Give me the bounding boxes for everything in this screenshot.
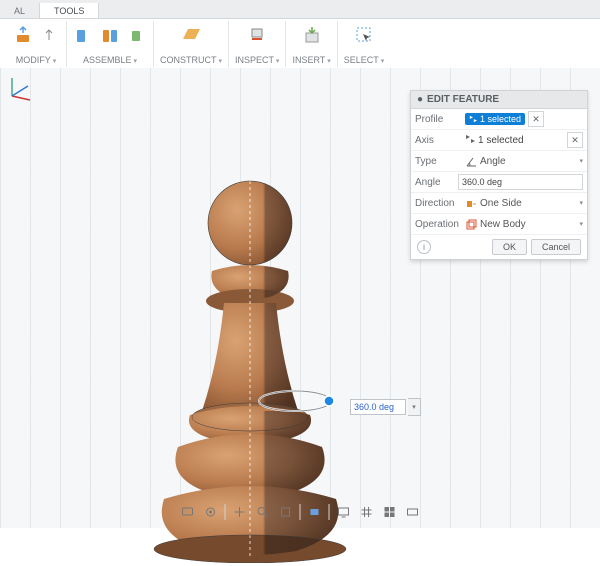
type-value: Angle — [480, 156, 506, 167]
label-profile: Profile — [415, 114, 465, 125]
toolbar-group-assemble[interactable]: ASSEMBLE — [67, 21, 154, 67]
row-direction[interactable]: Direction One Side ▾ — [411, 193, 587, 214]
info-icon[interactable]: i — [417, 240, 431, 254]
grid-settings-icon[interactable] — [357, 502, 377, 522]
operation-value: New Body — [480, 219, 526, 230]
operation-dropdown-arrow[interactable]: ▾ — [579, 220, 583, 228]
inspect-icon[interactable] — [246, 24, 268, 46]
label-direction: Direction — [415, 198, 465, 209]
axis-cursor-icon — [465, 134, 475, 147]
label-operation: Operation — [415, 219, 465, 230]
display-settings-icon[interactable] — [334, 502, 354, 522]
row-axis: Axis 1 selected ✕ — [411, 130, 587, 151]
angle-dropdown-arrow[interactable]: ▾ — [408, 398, 421, 416]
toolbar-label-modify: MODIFY — [16, 55, 56, 67]
type-dropdown-arrow[interactable]: ▾ — [579, 157, 583, 165]
viewport-toolbar — [174, 500, 427, 524]
ok-button[interactable]: OK — [492, 239, 527, 255]
label-type: Type — [415, 156, 465, 167]
row-profile: Profile 1 selected ✕ — [411, 109, 587, 130]
direction-dropdown-arrow[interactable]: ▾ — [579, 199, 583, 207]
toolbar-label-insert: INSERT — [292, 55, 330, 67]
bullet-icon: ● — [417, 94, 423, 105]
tab-tools[interactable]: TOOLS — [40, 3, 99, 18]
angle-input-floating[interactable]: ▾ — [350, 398, 421, 416]
label-angle: Angle — [415, 177, 458, 188]
profile-selection-chip[interactable]: 1 selected — [465, 113, 525, 125]
press-pull-icon[interactable] — [12, 24, 34, 46]
pan-icon[interactable] — [230, 502, 250, 522]
toolbar: MODIFY ASSEMBLE CONSTRUCT INSPECT INSERT… — [0, 19, 600, 70]
toolbar-group-insert[interactable]: INSERT — [286, 21, 337, 67]
row-type[interactable]: Type Angle ▾ — [411, 151, 587, 172]
edit-feature-panel: ● EDIT FEATURE Profile 1 selected ✕ Axis… — [410, 90, 588, 260]
cancel-button[interactable]: Cancel — [531, 239, 581, 255]
construct-plane-icon[interactable] — [180, 24, 202, 46]
modify-arrow-icon[interactable] — [38, 24, 60, 46]
axis-value[interactable]: 1 selected — [478, 135, 524, 146]
tab-al[interactable]: AL — [0, 3, 40, 18]
toolbar-label-assemble: ASSEMBLE — [83, 55, 137, 67]
extend-icon[interactable] — [403, 502, 423, 522]
row-operation[interactable]: Operation New Body ▾ — [411, 214, 587, 235]
toolbar-group-construct[interactable]: CONSTRUCT — [154, 21, 229, 67]
axis-triad-icon — [6, 74, 34, 102]
orbit-icon[interactable] — [201, 502, 221, 522]
toolbar-label-select: SELECT — [344, 55, 384, 67]
zoom-icon[interactable] — [253, 502, 273, 522]
fit-icon[interactable] — [276, 502, 296, 522]
toolbar-label-inspect: INSPECT — [235, 55, 279, 67]
panel-header[interactable]: ● EDIT FEATURE — [411, 91, 587, 109]
label-axis: Axis — [415, 135, 465, 146]
toolbar-label-construct: CONSTRUCT — [160, 55, 222, 67]
toolbar-group-select[interactable]: SELECT — [338, 21, 390, 67]
row-angle: Angle — [411, 172, 587, 193]
axis-clear-button[interactable]: ✕ — [567, 132, 583, 148]
toolbar-group-modify[interactable]: MODIFY — [6, 21, 67, 67]
toolbar-group-inspect[interactable]: INSPECT — [229, 21, 286, 67]
profile-clear-button[interactable]: ✕ — [528, 111, 544, 127]
new-body-icon — [465, 218, 477, 230]
select-icon[interactable] — [353, 24, 375, 46]
assemble-icon-3[interactable] — [125, 24, 147, 46]
one-side-icon — [465, 197, 477, 209]
assemble-icon-2[interactable] — [99, 24, 121, 46]
workspace-tabs: AL TOOLS — [0, 0, 600, 19]
panel-title: EDIT FEATURE — [427, 94, 499, 105]
messages-icon[interactable] — [178, 502, 198, 522]
angle-icon — [465, 155, 477, 167]
assemble-icon-1[interactable] — [73, 24, 95, 46]
angle-input[interactable] — [458, 174, 583, 190]
angle-field-floating[interactable] — [350, 399, 406, 415]
look-at-icon[interactable] — [305, 502, 325, 522]
viewports-icon[interactable] — [380, 502, 400, 522]
insert-icon[interactable] — [301, 24, 323, 46]
direction-value: One Side — [480, 198, 522, 209]
